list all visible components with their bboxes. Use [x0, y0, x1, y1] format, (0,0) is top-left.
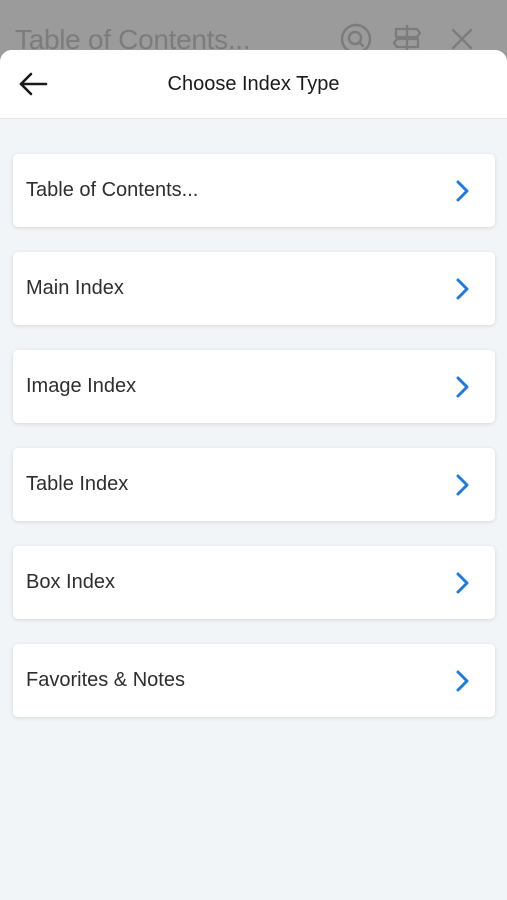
item-label: Image Index — [26, 375, 137, 397]
index-type-list: Table of Contents... Main Index Image In… — [13, 154, 495, 742]
index-item-box-index[interactable]: Box Index — [13, 546, 495, 619]
item-label: Main Index — [26, 277, 124, 299]
index-type-sheet: Choose Index Type Table of Contents... M… — [0, 50, 507, 900]
index-item-image-index[interactable]: Image Index — [13, 350, 495, 423]
index-item-table-index[interactable]: Table Index — [13, 448, 495, 521]
index-item-main-index[interactable]: Main Index — [13, 252, 495, 325]
item-label: Box Index — [26, 571, 115, 593]
sheet-title: Choose Index Type — [167, 72, 340, 95]
chevron-right-icon — [456, 572, 469, 594]
index-item-favorites-notes[interactable]: Favorites & Notes — [13, 644, 495, 717]
sheet-header: Choose Index Type — [0, 50, 507, 119]
item-label: Favorites & Notes — [26, 669, 185, 691]
index-item-table-of-contents[interactable]: Table of Contents... — [13, 154, 495, 227]
arrow-left-icon — [19, 72, 48, 96]
back-button[interactable] — [18, 68, 62, 100]
chevron-right-icon — [456, 474, 469, 496]
item-label: Table of Contents... — [26, 179, 199, 201]
chevron-right-icon — [456, 376, 469, 398]
chevron-right-icon — [456, 670, 469, 692]
item-label: Table Index — [26, 473, 129, 495]
chevron-right-icon — [456, 180, 469, 202]
chevron-right-icon — [456, 278, 469, 300]
